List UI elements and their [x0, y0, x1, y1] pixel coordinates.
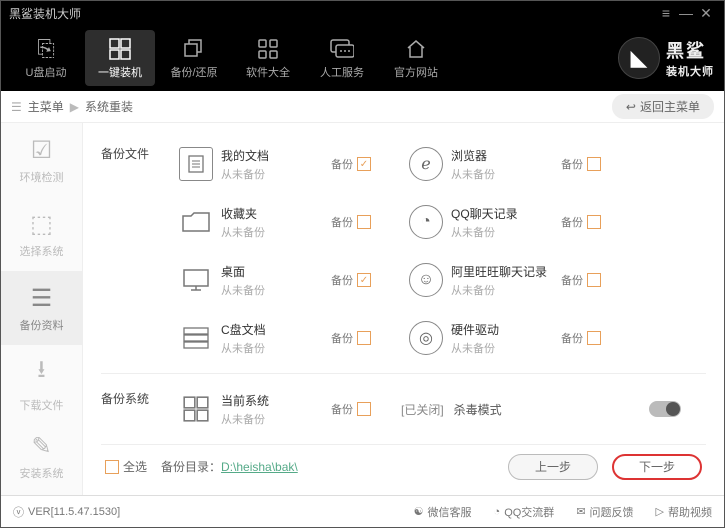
grid-icon — [257, 36, 279, 62]
shark-icon: ◣ — [618, 37, 660, 79]
backup-dir: 备份目录：D:\heisha\bak\ — [161, 458, 298, 475]
v-icon: ⓥ — [13, 504, 24, 520]
top-nav: ⎘ U盘启动 一键装机 备份/还原 软件大全 人工服务 官方网站 ◣ 黑鲨 — [1, 25, 724, 91]
list-icon: ☰ — [11, 100, 22, 114]
copy-icon — [183, 36, 205, 62]
folder-icon — [179, 205, 213, 239]
check-icon: ☑ — [31, 136, 53, 165]
section-backup-system: 备份系统 — [101, 380, 171, 438]
link-help[interactable]: ▷帮助视频 — [656, 504, 712, 520]
usb-icon: ⎘ — [37, 36, 55, 62]
nav-usb-boot[interactable]: ⎘ U盘启动 — [11, 30, 81, 86]
checkbox-cdrive[interactable] — [357, 331, 371, 345]
qq-icon: ◔ — [494, 506, 501, 518]
nav-backup-restore[interactable]: 备份/还原 — [159, 30, 229, 86]
help-icon: ▷ — [656, 505, 664, 518]
wrench-icon: ✎ — [31, 432, 51, 461]
download-icon: ⭳ — [37, 352, 45, 393]
system-icon — [179, 392, 213, 426]
menu-icon[interactable]: ≡ — [656, 5, 676, 21]
feedback-icon: ✉ — [576, 505, 585, 518]
cdrive-icon — [179, 321, 213, 355]
close-button[interactable]: ✕ — [696, 5, 716, 22]
backup-system-row: 当前系统从未备份 备份 [已关闭] 杀毒模式 — [171, 380, 706, 438]
checkbox-desktop[interactable]: ✓ — [357, 273, 371, 287]
back-main-button[interactable]: ↩ 返回主菜单 — [612, 94, 714, 119]
title-bar: 黑鲨装机大师 ≡ — ✕ — [1, 1, 724, 25]
step-env-check[interactable]: ☑环境检测 — [1, 123, 82, 197]
next-button[interactable]: 下一步 — [612, 454, 702, 480]
backup-row: C盘文档从未备份 备份 ◎ 硬件驱动从未备份 备份 — [171, 309, 706, 367]
antivirus-mode: [已关闭] 杀毒模式 — [401, 401, 681, 418]
brand-logo: ◣ 黑鲨 装机大师 — [618, 37, 714, 79]
backup-dir-link[interactable]: D:\heisha\bak\ — [221, 460, 298, 474]
wechat-icon: ☯ — [414, 505, 424, 518]
document-icon — [179, 147, 213, 181]
link-qqgroup[interactable]: ◔QQ交流群 — [494, 504, 555, 520]
windows-icon — [109, 36, 131, 62]
nav-software[interactable]: 软件大全 — [233, 30, 303, 86]
crumb-root[interactable]: 主菜单 — [28, 98, 64, 115]
checkbox-driver[interactable] — [587, 331, 601, 345]
desktop-icon — [179, 263, 213, 297]
step-install[interactable]: ✎安装系统 — [1, 419, 82, 493]
chat-icon — [330, 36, 354, 62]
cursor-icon: ⬚ — [30, 210, 53, 239]
backup-row: 收藏夹从未备份 备份 ◔ QQ聊天记录从未备份 备份 — [171, 193, 706, 251]
nav-support[interactable]: 人工服务 — [307, 30, 377, 86]
back-arrow-icon: ↩ — [626, 100, 636, 114]
checkbox-mydocs[interactable]: ✓ — [357, 157, 371, 171]
checkbox-qq[interactable] — [587, 215, 601, 229]
step-download[interactable]: ⭳下载文件 — [1, 345, 82, 419]
driver-icon: ◎ — [409, 321, 443, 355]
step-sidebar: ☑环境检测 ⬚选择系统 ☰备份资料 ⭳下载文件 ✎安装系统 — [1, 123, 83, 495]
link-feedback[interactable]: ✉问题反馈 — [576, 504, 633, 520]
antivirus-switch[interactable] — [649, 401, 681, 417]
step-backup-data[interactable]: ☰备份资料 — [1, 271, 82, 345]
checkbox-currentsys[interactable] — [357, 402, 371, 416]
qq-icon: ◔ — [409, 205, 443, 239]
footer-row: 全选 备份目录：D:\heisha\bak\ 上一步 下一步 — [101, 444, 706, 488]
prev-button[interactable]: 上一步 — [508, 454, 598, 480]
content-panel: 备份文件 我的文档从未备份 备份✓ ℯ 浏览器从未备份 备份 收藏夹从未备份 备… — [83, 123, 724, 495]
section-backup-files: 备份文件 — [101, 135, 171, 367]
nav-one-click-install[interactable]: 一键装机 — [85, 30, 155, 86]
wangwang-icon: ☺ — [409, 263, 443, 297]
breadcrumb: ☰ 主菜单 ▶ 系统重装 ↩ 返回主菜单 — [1, 91, 724, 123]
backup-row: 我的文档从未备份 备份✓ ℯ 浏览器从未备份 备份 — [171, 135, 706, 193]
step-select-system[interactable]: ⬚选择系统 — [1, 197, 82, 271]
checkbox-selectall[interactable] — [105, 460, 119, 474]
server-icon: ☰ — [31, 284, 53, 313]
checkbox-favorites[interactable] — [357, 215, 371, 229]
backup-row: 桌面从未备份 备份✓ ☺ 阿里旺旺聊天记录从未备份 备份 — [171, 251, 706, 309]
crumb-current: 系统重装 — [85, 98, 133, 115]
select-all[interactable]: 全选 — [105, 458, 147, 475]
window-title: 黑鲨装机大师 — [9, 5, 656, 22]
checkbox-browser[interactable] — [587, 157, 601, 171]
link-wechat[interactable]: ☯微信客服 — [414, 504, 472, 520]
status-bar: ⓥVER[11.5.47.1530] ☯微信客服 ◔QQ交流群 ✉问题反馈 ▷帮… — [1, 495, 724, 527]
version-label: ⓥVER[11.5.47.1530] — [13, 504, 120, 520]
minimize-button[interactable]: — — [676, 5, 696, 21]
nav-website[interactable]: 官方网站 — [381, 30, 451, 86]
browser-icon: ℯ — [409, 147, 443, 181]
home-icon — [405, 36, 427, 62]
checkbox-wangwang[interactable] — [587, 273, 601, 287]
